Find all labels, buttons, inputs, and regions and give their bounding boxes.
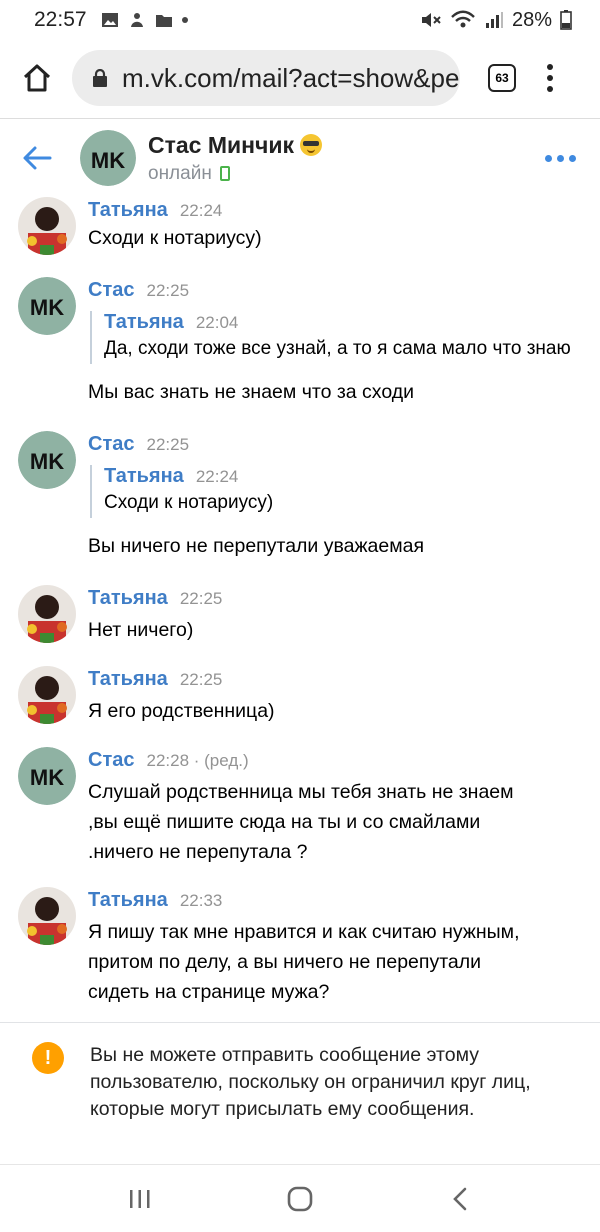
message-author[interactable]: Татьяна — [88, 668, 168, 691]
message-time: 22:33 — [179, 891, 223, 910]
home-icon — [23, 64, 51, 92]
message-author[interactable]: Татьяна — [88, 889, 168, 912]
message-text: Вы ничего не перепутали уважаемая — [88, 535, 425, 557]
message-text: Я пишу так мне нравится и как считаю нуж… — [88, 921, 520, 943]
avatar-text: MK — [91, 148, 125, 173]
message-author[interactable]: Стас — [88, 279, 134, 302]
quoted-message[interactable]: Татьяна 22:04 Да, сходи тоже все узнай, … — [90, 311, 586, 364]
avatar[interactable]: MK — [18, 747, 76, 805]
browser-menu-button[interactable] — [546, 64, 554, 92]
message-text: Сходи к нотариусу) — [88, 227, 262, 249]
chat-avatar[interactable]: MK — [80, 130, 136, 186]
message-text: .ничего не перепутала ? — [88, 841, 308, 863]
home-button[interactable] — [20, 61, 54, 95]
status-time: 22:57 — [34, 8, 87, 31]
avatar[interactable] — [18, 585, 76, 643]
lock-icon — [93, 69, 107, 87]
battery-percent: 28% — [511, 8, 552, 31]
folder-icon — [155, 15, 172, 27]
dot-icon — [181, 17, 188, 23]
wifi-icon — [451, 10, 475, 28]
browser-toolbar: m.vk.com/mail?act=show&peer= 63 — [0, 40, 600, 116]
svg-text:MK: MK — [30, 765, 64, 790]
avatar[interactable] — [18, 887, 76, 945]
message-author[interactable]: Стас — [88, 433, 134, 456]
signal-icon — [485, 12, 503, 28]
url-text: m.vk.com/mail?act=show&peer= — [122, 62, 460, 93]
message-time: 22:25 — [146, 435, 190, 454]
quoted-message[interactable]: Татьяна 22:24 Сходи к нотариусу) — [90, 465, 586, 518]
system-nav-bar — [0, 1165, 600, 1232]
tabs-button[interactable]: 63 — [488, 64, 516, 92]
message-text: притом по делу, а вы ничего не перепутал… — [88, 951, 482, 973]
mobile-online-icon — [219, 166, 230, 181]
back-nav-button[interactable] — [440, 1179, 480, 1219]
message-text: Слушай родственница мы тебя знать не зна… — [88, 781, 514, 803]
address-bar[interactable]: m.vk.com/mail?act=show&peer= — [72, 50, 460, 106]
home-nav-button[interactable] — [280, 1179, 320, 1219]
message-text: сидеть на странице мужа? — [88, 981, 330, 1003]
quote-time: 22:24 — [195, 467, 239, 486]
chat-header: MK Стас Минчик онлайн — [0, 119, 600, 197]
avatar[interactable] — [18, 666, 76, 724]
avatar[interactable]: MK — [18, 277, 76, 335]
message-author[interactable]: Стас — [88, 749, 134, 772]
message-text: Нет ничего) — [88, 619, 194, 641]
quote-author: Татьяна — [104, 465, 184, 487]
message-time: 22:25 — [179, 670, 223, 689]
message-text: ,вы ещё пишите сюда на ты и со смайлами — [88, 811, 481, 833]
arrow-left-icon — [23, 146, 52, 170]
app-icon — [130, 13, 143, 27]
image-icon — [101, 13, 118, 27]
home-circle-icon — [287, 1186, 313, 1211]
chat-name[interactable]: Стас Минчик — [148, 132, 294, 159]
quote-text: Сходи к нотариусу) — [104, 492, 274, 513]
notice-text: Вы не можете отправить сообщение этому п… — [90, 1044, 531, 1120]
quote-text: Да, сходи тоже все узнай, а то я сама ма… — [104, 338, 571, 359]
message-time: 22:25 — [179, 589, 223, 608]
svg-text:MK: MK — [30, 295, 64, 320]
recent-apps-button[interactable] — [120, 1179, 160, 1219]
back-button[interactable] — [20, 141, 54, 175]
message-author[interactable]: Татьяна — [88, 199, 168, 222]
chevron-left-icon — [453, 1187, 467, 1210]
restriction-notice: ! Вы не можете отправить сообщение этому… — [0, 1042, 600, 1152]
more-options-button[interactable] — [545, 154, 576, 162]
quote-author: Татьяна — [104, 311, 184, 333]
quote-time: 22:04 — [195, 313, 239, 332]
sunglasses-emoji-icon — [300, 134, 323, 156]
message-time: 22:28 · (ред.) — [146, 751, 249, 770]
message-text: Мы вас знать не знаем что за сходи — [88, 381, 415, 403]
message-author[interactable]: Татьяна — [88, 587, 168, 610]
message-time: 22:25 — [146, 281, 190, 300]
chat-status: онлайн — [148, 162, 212, 184]
svg-text:MK: MK — [30, 449, 64, 474]
avatar[interactable]: MK — [18, 431, 76, 489]
recents-icon — [130, 1189, 150, 1208]
battery-icon — [560, 10, 572, 30]
message-text: Я его родственница) — [88, 700, 275, 722]
avatar[interactable] — [18, 197, 76, 255]
status-bar: 22:57 28% — [0, 0, 600, 40]
mute-icon — [421, 13, 441, 27]
divider — [0, 1022, 600, 1023]
warning-icon: ! — [32, 1042, 64, 1074]
message-time: 22:24 — [179, 201, 223, 220]
